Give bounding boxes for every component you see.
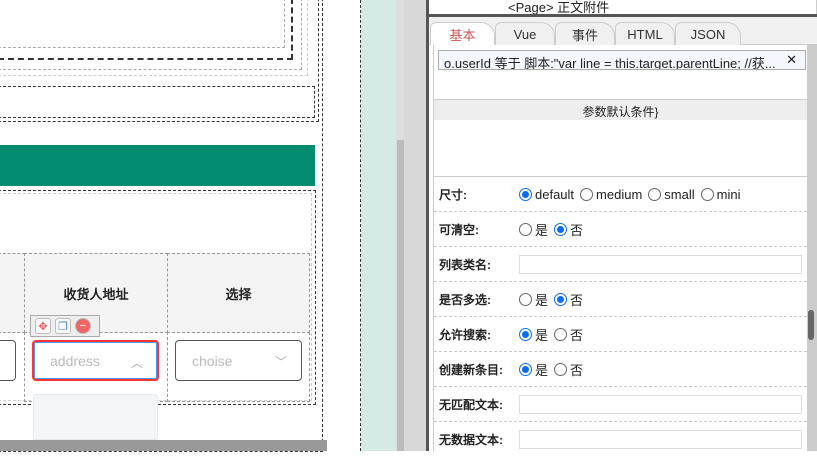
- radio-default[interactable]: default: [519, 187, 574, 202]
- delete-icon[interactable]: −: [75, 318, 91, 334]
- canvas-scrollbar-thumb[interactable]: [397, 140, 404, 451]
- splitter[interactable]: [404, 0, 426, 451]
- choise-placeholder: choise: [192, 352, 233, 369]
- prop-multiple: 是否多选: 是 否: [434, 282, 807, 317]
- radio-small[interactable]: small: [648, 187, 695, 202]
- no-match-text-input[interactable]: [519, 394, 802, 414]
- tab-json[interactable]: JSON: [675, 22, 741, 45]
- condition-text: o.userId 等于 脚本:"var line = this.target.p…: [444, 56, 776, 70]
- prop-no-match-text: 无匹配文本:: [434, 387, 807, 422]
- prop-clearable: 可清空: 是 否: [434, 212, 807, 247]
- prop-label: 创建新条目:: [439, 362, 503, 377]
- select-partial[interactable]: [0, 340, 16, 381]
- radio-no[interactable]: 否: [554, 290, 583, 309]
- section-title: 参数默认条件}: [434, 99, 807, 120]
- prop-no-data-text: 无数据文本:: [434, 422, 807, 457]
- table-header-choose: 选择: [167, 253, 310, 333]
- choise-select[interactable]: choise ﹀: [175, 340, 302, 381]
- radio-yes[interactable]: 是: [519, 325, 548, 344]
- panel-border: [426, 0, 429, 451]
- copy-icon[interactable]: ❐: [55, 318, 71, 334]
- radio-yes[interactable]: 是: [519, 290, 548, 309]
- prop-size: 尺寸: default medium small mini: [434, 177, 807, 212]
- chevron-down-icon: ﹀: [274, 355, 287, 369]
- prop-allow-create: 创建新条目: 是 否: [434, 352, 807, 387]
- element-toolbar: ✥ ❐ −: [30, 315, 100, 337]
- prop-list-class: 列表类名:: [434, 247, 807, 282]
- address-placeholder: address: [50, 352, 100, 369]
- prop-label: 是否多选:: [439, 292, 491, 307]
- address-select[interactable]: address ︿: [32, 340, 159, 381]
- prop-label: 无匹配文本:: [439, 397, 503, 412]
- tab-basic[interactable]: 基本: [430, 22, 495, 45]
- close-icon[interactable]: ✕: [786, 52, 797, 68]
- radio-mini[interactable]: mini: [700, 187, 740, 202]
- prop-label: 尺寸:: [439, 187, 467, 202]
- chevron-up-icon: ︿: [130, 356, 143, 370]
- radio-no[interactable]: 否: [554, 325, 583, 344]
- property-tabs: 基本 Vue 事件 HTML JSON: [430, 22, 741, 45]
- prop-label: 可清空:: [439, 222, 479, 237]
- radio-no[interactable]: 否: [554, 220, 583, 239]
- prop-filterable: 允许搜索: 是 否: [434, 317, 807, 352]
- select-dropdown: [33, 394, 158, 440]
- prop-label: 无数据文本:: [439, 433, 503, 447]
- radio-no[interactable]: 否: [554, 360, 583, 379]
- prop-label: 允许搜索:: [439, 327, 491, 342]
- mint-column: [361, 0, 396, 451]
- condition-item[interactable]: o.userId 等于 脚本:"var line = this.target.p…: [438, 50, 806, 70]
- tree-panel: <Page> 正文附件: [429, 0, 817, 14]
- radio-yes[interactable]: 是: [519, 360, 548, 379]
- no-data-text-input[interactable]: [519, 430, 802, 449]
- prop-label: 列表类名:: [439, 257, 491, 272]
- green-banner[interactable]: [0, 145, 315, 186]
- list-class-input[interactable]: [519, 254, 802, 274]
- tree-node[interactable]: <Page> 正文附件: [508, 0, 609, 14]
- panel-scrollbar-thumb[interactable]: [808, 310, 814, 340]
- tab-html[interactable]: HTML: [615, 22, 675, 45]
- tab-vue[interactable]: Vue: [495, 22, 555, 45]
- panel-scrollbar[interactable]: [807, 45, 817, 451]
- move-icon[interactable]: ✥: [35, 318, 51, 334]
- table-header-cell: [0, 253, 25, 333]
- radio-medium[interactable]: medium: [580, 187, 642, 202]
- tab-events[interactable]: 事件: [555, 22, 615, 45]
- radio-yes[interactable]: 是: [519, 220, 548, 239]
- horizontal-scrollbar[interactable]: [0, 440, 327, 451]
